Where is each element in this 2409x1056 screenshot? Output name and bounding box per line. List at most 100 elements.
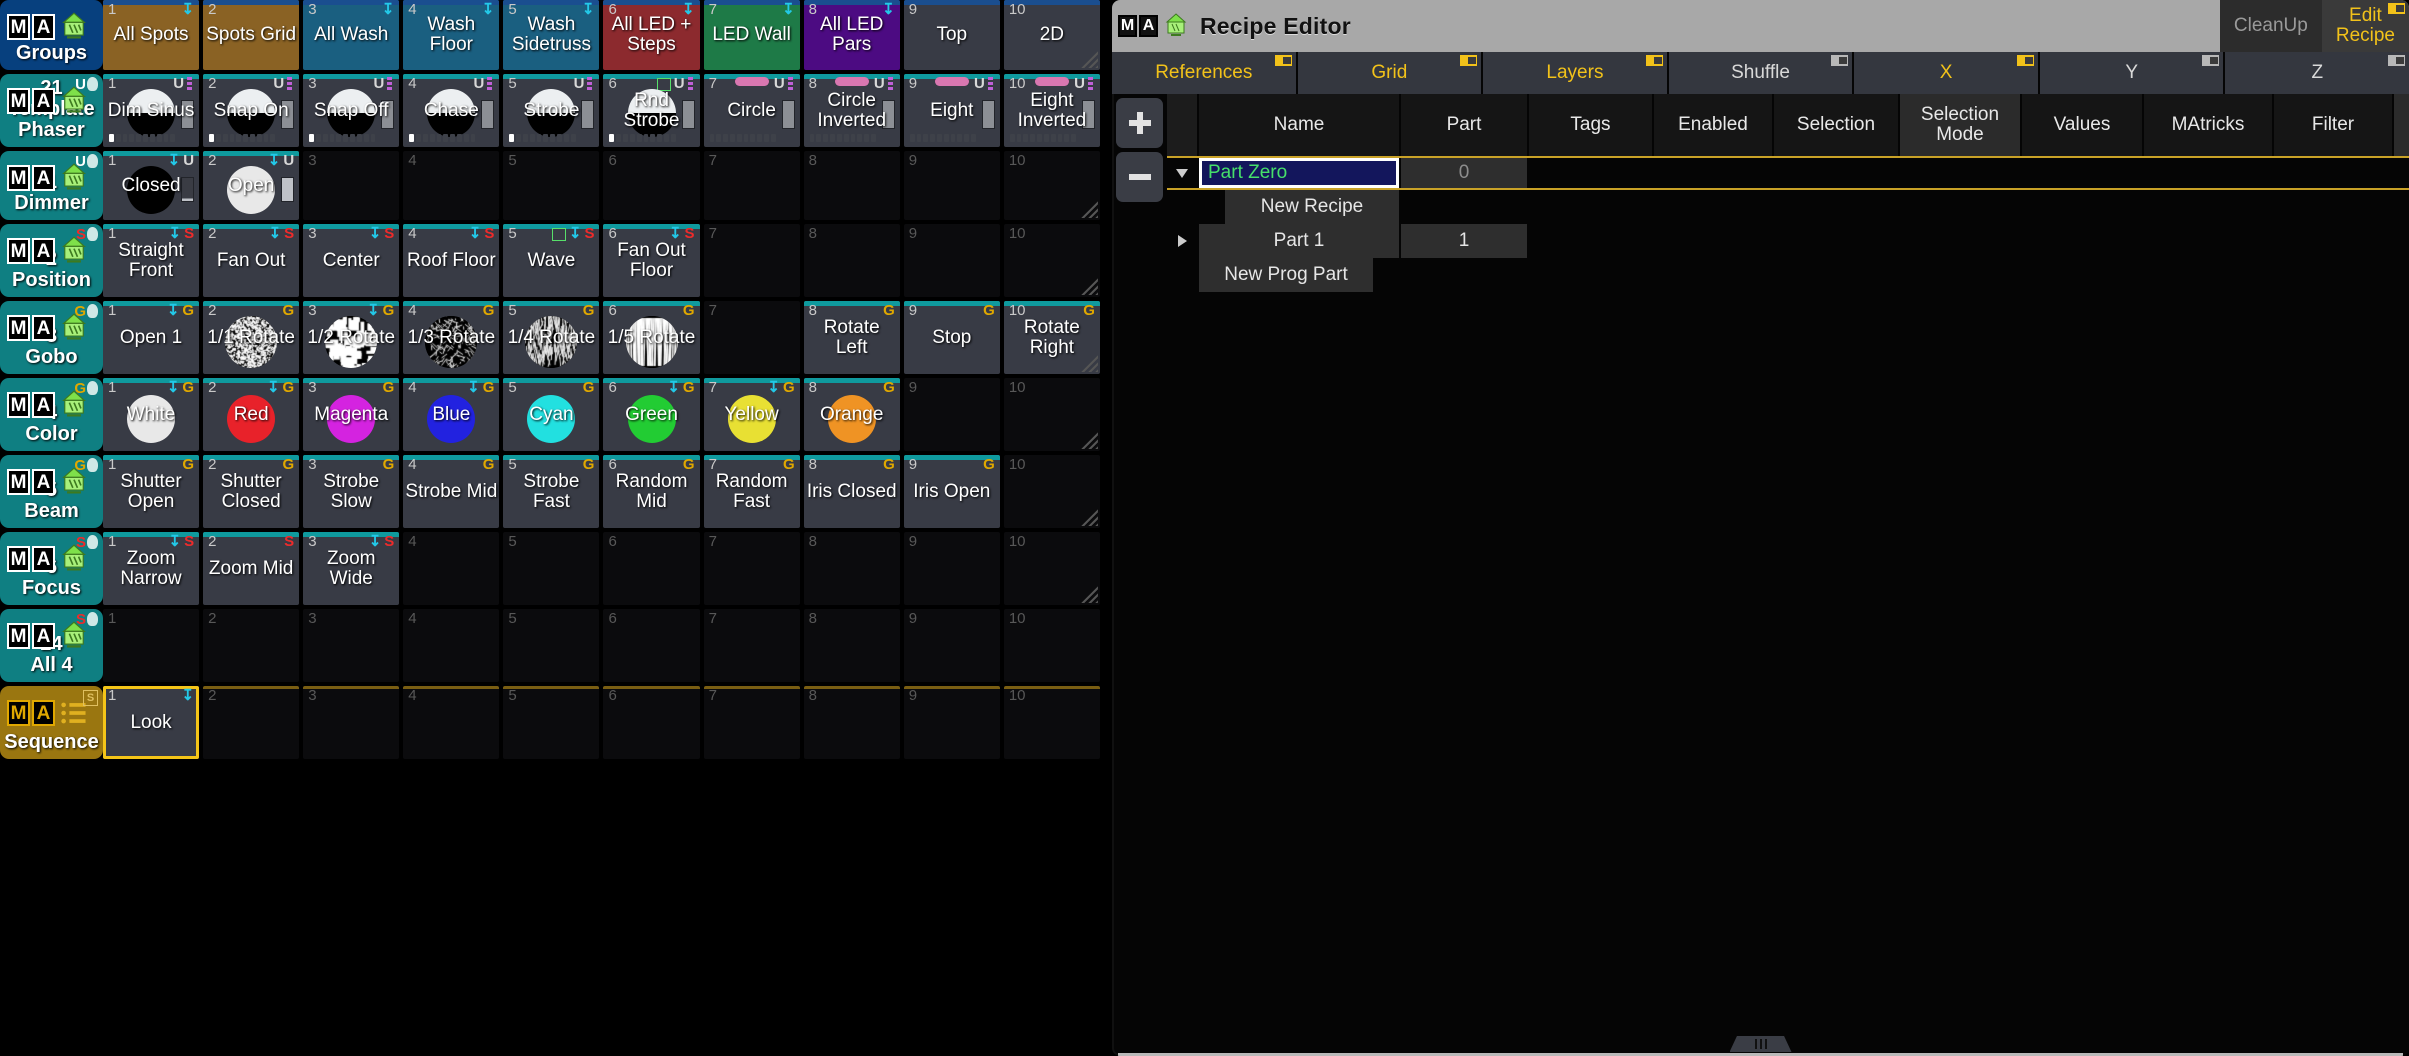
row-expander[interactable] — [1167, 158, 1197, 188]
gobo-pool-header[interactable]: MAG3 Gobo — [0, 301, 103, 374]
pool-cell[interactable]: 5UStrobe — [503, 74, 599, 147]
pool-cell[interactable]: 10GRotate Right — [1004, 301, 1100, 374]
tab-grid[interactable]: Grid — [1298, 52, 1482, 94]
pool-cell[interactable]: 3↧G1/2 Rotate — [303, 301, 399, 374]
pool-cell[interactable]: 2G1/1 Rotate — [203, 301, 299, 374]
pool-cell[interactable]: 9 — [904, 609, 1000, 682]
column-header-selection-mode[interactable]: Selection Mode — [1900, 94, 2020, 156]
pool-cell[interactable]: 5↧Wash Sidetruss — [503, 0, 599, 70]
pool-cell[interactable]: 8↧All LED Pars — [804, 0, 900, 70]
pool-cell[interactable]: 3GStrobe Slow — [303, 455, 399, 528]
pool-cell[interactable]: 9UEight — [904, 74, 1000, 147]
pool-cell[interactable]: 6↧GGreen — [603, 378, 699, 451]
add-row-button[interactable] — [1116, 98, 1163, 148]
pool-cell[interactable]: 9 — [904, 224, 1000, 297]
pool-cell[interactable]: 7GRandom Fast — [704, 455, 800, 528]
pool-cell[interactable]: 9GStop — [904, 301, 1000, 374]
pool-cell[interactable]: 6↧All LED + Steps — [603, 0, 699, 70]
tab-y[interactable]: Y — [2040, 52, 2224, 94]
row-expander[interactable] — [1167, 258, 1197, 292]
pool-cell[interactable]: 7 — [704, 224, 800, 297]
pool-cell[interactable]: 6G1/5 Rotate — [603, 301, 699, 374]
pool-cell[interactable]: 4 — [403, 532, 499, 605]
pool-cell[interactable]: 3 — [303, 686, 399, 759]
pool-cell[interactable]: 10 — [1004, 224, 1100, 297]
pool-cell[interactable]: 1 — [103, 609, 199, 682]
pool-cell[interactable]: 4 — [403, 686, 499, 759]
pool-cell[interactable]: 102D — [1004, 0, 1100, 70]
tab-shuffle[interactable]: Shuffle — [1669, 52, 1853, 94]
pool-cell[interactable]: 1UDim Sinus — [103, 74, 199, 147]
pool-cell[interactable]: 2SZoom Mid — [203, 532, 299, 605]
row-name-cell[interactable]: Part 1 — [1199, 224, 1399, 258]
pool-cell[interactable]: 6 — [603, 532, 699, 605]
pool-cell[interactable]: 7 — [704, 301, 800, 374]
pool-cell[interactable]: 10 — [1004, 686, 1100, 759]
row-name-cell[interactable]: New Prog Part — [1199, 258, 1373, 292]
groups-pool-header[interactable]: MAGroups — [0, 0, 103, 70]
pool-cell[interactable]: 8GIris Closed — [804, 455, 900, 528]
template-phaser-pool-header[interactable]: MAU21 Template Phaser — [0, 74, 103, 147]
pool-cell[interactable]: 3 — [303, 151, 399, 220]
pool-cell[interactable]: 7 — [704, 151, 800, 220]
pool-cell[interactable]: 8 — [804, 686, 900, 759]
pool-cell[interactable]: 10UEight Inverted — [1004, 74, 1100, 147]
cleanup-button[interactable]: CleanUp — [2220, 0, 2322, 52]
tab-z[interactable]: Z — [2225, 52, 2409, 94]
pool-cell[interactable]: 3↧SZoom Wide — [303, 532, 399, 605]
pool-cell[interactable]: 7↧GYellow — [704, 378, 800, 451]
pool-cell[interactable]: 2↧UOpen — [203, 151, 299, 220]
table-row[interactable]: Part 11 — [1167, 224, 2409, 258]
pool-cell[interactable]: 6 — [603, 686, 699, 759]
pool-cell[interactable]: 4↧SRoof Floor — [403, 224, 499, 297]
position-pool-header[interactable]: MAS2 Position — [0, 224, 103, 297]
pool-cell[interactable]: 5 — [503, 686, 599, 759]
pool-cell[interactable]: 8UCircle Inverted — [804, 74, 900, 147]
pool-cell[interactable]: 10 — [1004, 532, 1100, 605]
tab-x[interactable]: X — [1854, 52, 2038, 94]
pool-cell[interactable]: 9 — [904, 686, 1000, 759]
column-header-fade-from-x[interactable]: Fade From X — [2394, 94, 2409, 156]
pool-cell[interactable]: 5 — [503, 151, 599, 220]
pool-cell[interactable]: 8GOrange — [804, 378, 900, 451]
column-header-enabled[interactable]: Enabled — [1654, 94, 1772, 156]
pool-cell[interactable]: 10 — [1004, 151, 1100, 220]
edit-recipe-button[interactable]: Edit Recipe — [2322, 0, 2409, 52]
row-name-cell[interactable]: Part Zero — [1199, 158, 1399, 188]
pool-cell[interactable]: 2 — [203, 609, 299, 682]
column-header-values[interactable]: Values — [2022, 94, 2142, 156]
pool-cell[interactable]: 4↧Wash Floor — [403, 0, 499, 70]
tab-references[interactable]: References — [1112, 52, 1296, 94]
pool-cell[interactable]: 7↧LED Wall — [704, 0, 800, 70]
dimmer-pool-header[interactable]: MAU1 Dimmer — [0, 151, 103, 220]
pool-cell[interactable]: 6URnd Strobe — [603, 74, 699, 147]
remove-row-button[interactable] — [1116, 152, 1163, 202]
pool-cell[interactable]: 1↧SZoom Narrow — [103, 532, 199, 605]
pool-cell[interactable]: 6 — [603, 609, 699, 682]
pool-cell[interactable]: 7 — [704, 532, 800, 605]
column-header-selection[interactable]: Selection — [1774, 94, 1898, 156]
resize-grip[interactable] — [1730, 1036, 1792, 1052]
pool-cell[interactable]: 4 — [403, 151, 499, 220]
pool-cell[interactable]: 7 — [704, 609, 800, 682]
pool-cell[interactable]: 9Top — [904, 0, 1000, 70]
pool-cell[interactable]: 10 — [1004, 455, 1100, 528]
row-part-cell[interactable]: 0 — [1401, 158, 1527, 188]
pool-cell[interactable]: 9 — [904, 378, 1000, 451]
pool-cell[interactable]: 2GShutter Closed — [203, 455, 299, 528]
pool-cell[interactable]: 6 — [603, 151, 699, 220]
beam-pool-header[interactable]: MAG5 Beam — [0, 455, 103, 528]
row-expander[interactable] — [1167, 224, 1197, 258]
pool-cell[interactable]: 1↧GWhite — [103, 378, 199, 451]
column-header-name[interactable]: Name — [1199, 94, 1399, 156]
pool-cell[interactable]: 2USnap On — [203, 74, 299, 147]
pool-cell[interactable]: 2↧GRed — [203, 378, 299, 451]
pool-cell[interactable]: 1↧Look — [103, 686, 199, 759]
table-row[interactable]: Part Zero0 — [1167, 156, 2409, 190]
pool-cell[interactable]: 7UCircle — [704, 74, 800, 147]
pool-cell[interactable]: 4 — [403, 609, 499, 682]
pool-cell[interactable]: 4G1/3 Rotate — [403, 301, 499, 374]
table-row[interactable]: New Prog Part — [1167, 258, 2409, 292]
pool-cell[interactable]: 4UChase — [403, 74, 499, 147]
row-expander[interactable] — [1167, 190, 1197, 224]
